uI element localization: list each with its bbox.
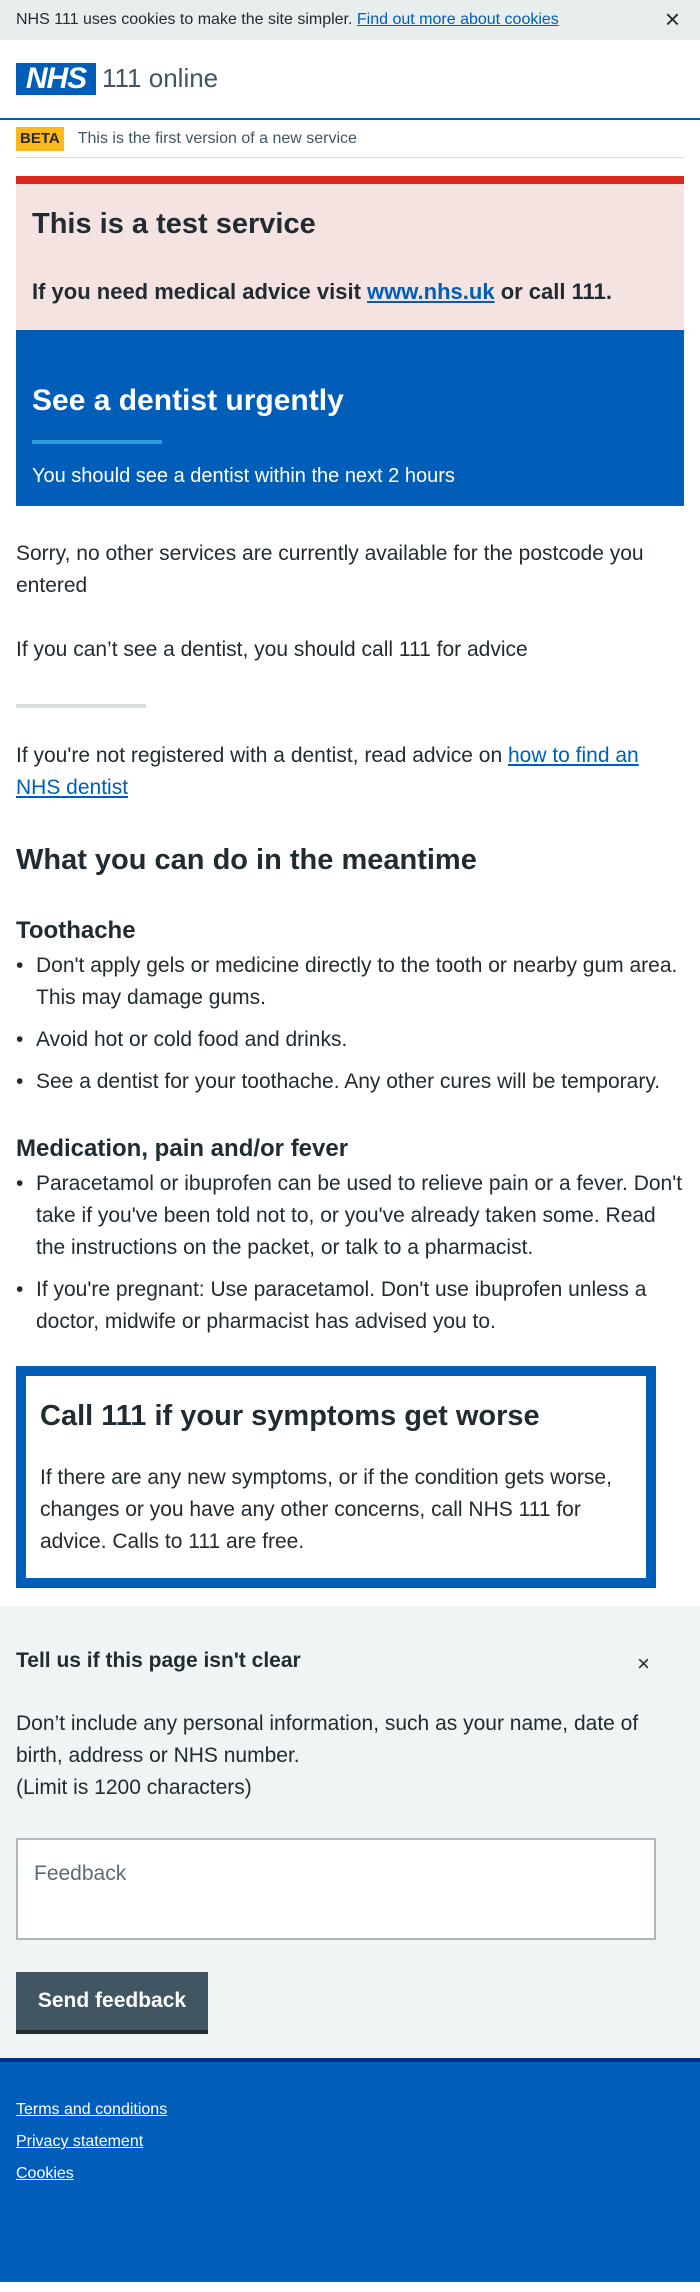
care-card: See a dentist urgently You should see a … <box>16 330 684 506</box>
callout-title: Call 111 if your symptoms get worse <box>40 1400 540 1432</box>
nhs-logo[interactable]: NHS <box>16 63 96 95</box>
send-feedback-button[interactable]: Send feedback <box>16 1972 208 2031</box>
cookie-info-link[interactable]: Find out more about cookies <box>357 8 559 31</box>
cookies-link[interactable]: Cookies <box>16 2158 684 2190</box>
list-item: Don't apply gels or medicine directly to… <box>16 950 684 1014</box>
cookie-banner: NHS 111 uses cookies to make the site si… <box>0 0 700 40</box>
terms-link[interactable]: Terms and conditions <box>16 2094 684 2126</box>
list-item: If you're pregnant: Use paracetamol. Don… <box>16 1274 684 1338</box>
beta-tag: BETA <box>16 126 64 151</box>
toothache-list: Don't apply gels or medicine directly to… <box>16 950 684 1098</box>
registered-text: If you're not registered with a dentist,… <box>16 744 639 799</box>
medication-heading: Medication, pain and/or fever <box>16 1135 349 1162</box>
page-title: See a dentist urgently <box>32 384 344 417</box>
meantime-heading: What you can do in the meantime <box>16 844 477 876</box>
close-icon[interactable]: × <box>637 1648 650 1680</box>
service-name[interactable]: 111 online <box>102 60 218 98</box>
test-banner-title: This is a test service <box>32 208 316 240</box>
section-divider <box>16 704 146 708</box>
toothache-heading: Toothache <box>16 917 136 944</box>
site-footer: Terms and conditions Privacy statement C… <box>0 2058 700 2282</box>
phase-banner: BETA This is the first version of a new … <box>16 120 684 158</box>
feedback-input[interactable] <box>16 1838 656 1941</box>
list-item: See a dentist for your toothache. Any ot… <box>16 1066 684 1098</box>
site-header: NHS 111 online <box>0 40 700 120</box>
feedback-title: Tell us if this page isn't clear <box>16 1649 301 1672</box>
cookie-text: NHS 111 uses cookies to make the site si… <box>16 11 353 29</box>
beta-text: This is the first version of a new servi… <box>77 129 357 147</box>
call-advice-text: If you can’t see a dentist, you should c… <box>16 638 528 661</box>
care-card-divider <box>32 440 162 444</box>
list-item: Paracetamol or ibuprofen can be used to … <box>16 1168 684 1264</box>
test-banner-text: If you need medical advice visit www.nhs… <box>32 279 612 304</box>
worsening-callout: Call 111 if your symptoms get worse If t… <box>16 1366 656 1588</box>
privacy-link[interactable]: Privacy statement <box>16 2126 684 2158</box>
close-icon[interactable]: × <box>665 4 680 34</box>
feedback-info: Don’t include any personal information, … <box>16 1712 639 1768</box>
care-card-text: You should see a dentist within the next… <box>32 465 455 487</box>
feedback-panel: Tell us if this page isn't clear × Don’t… <box>0 1606 700 2058</box>
feedback-limit: (Limit is 1200 characters) <box>16 1776 252 1800</box>
medication-list: Paracetamol or ibuprofen can be used to … <box>16 1168 684 1338</box>
no-services-text: Sorry, no other services are currently a… <box>16 542 644 597</box>
test-service-banner: This is a test service If you need medic… <box>16 176 684 330</box>
nhs-website-link[interactable]: www.nhs.uk <box>367 279 495 304</box>
list-item: Avoid hot or cold food and drinks. <box>16 1024 684 1056</box>
callout-text: If there are any new symptoms, or if the… <box>40 1466 612 1553</box>
